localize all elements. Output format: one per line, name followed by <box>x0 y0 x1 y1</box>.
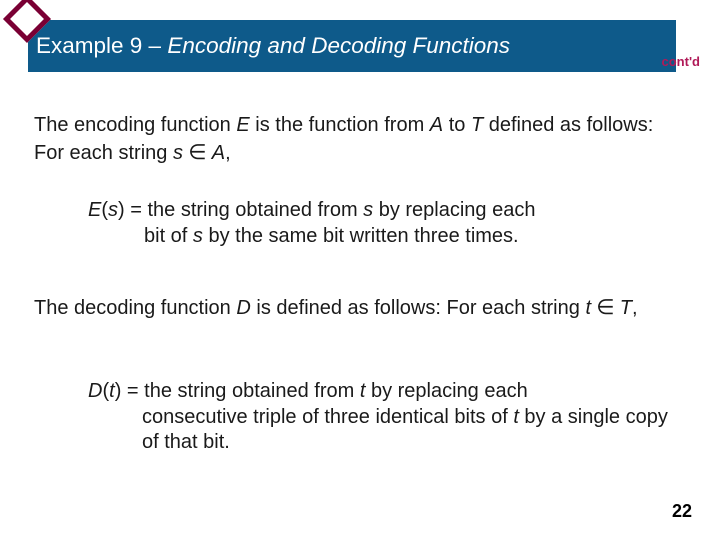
text: to <box>443 114 471 136</box>
title-main: Encoding and Decoding Functions <box>167 33 510 58</box>
text: is the function from <box>250 114 430 136</box>
title-bar: Example 9 – Encoding and Decoding Functi… <box>28 20 676 72</box>
text: , <box>632 297 638 319</box>
text: by replacing each <box>373 199 535 221</box>
var-E: E <box>236 114 249 136</box>
var-T: T <box>620 297 632 319</box>
var-A: A <box>212 142 225 164</box>
title-prefix: Example 9 – <box>36 33 167 58</box>
text: is defined as follows: For each string <box>251 297 586 319</box>
paragraph-decoding-intro: The decoding function D is defined as fo… <box>34 294 654 322</box>
text: The decoding function <box>34 297 236 319</box>
text: ) <box>118 199 125 221</box>
element-of-symbol: ∈ <box>183 140 212 164</box>
text: = the string obtained from <box>125 199 363 221</box>
text: ( <box>101 199 108 221</box>
text: by the same bit written three times. <box>203 225 519 247</box>
paragraph-encoding-def: E(s) = the string obtained from s by rep… <box>88 198 658 249</box>
var-A: A <box>430 114 443 136</box>
paragraph-encoding-intro: The encoding function E is the function … <box>34 113 654 166</box>
slide-title: Example 9 – Encoding and Decoding Functi… <box>36 33 510 59</box>
line: bit of s by the same bit written three t… <box>88 224 658 250</box>
var-s: s <box>173 142 183 164</box>
text: bit of <box>144 225 193 247</box>
text: The encoding function <box>34 114 236 136</box>
element-of-symbol: ∈ <box>591 295 620 319</box>
text: , <box>225 142 231 164</box>
line: consecutive triple of three identical bi… <box>88 405 668 456</box>
paragraph-decoding-def: D(t) = the string obtained from t by rep… <box>88 379 668 456</box>
page-number: 22 <box>672 501 692 522</box>
var-E: E <box>88 199 101 221</box>
text: by replacing each <box>365 380 527 402</box>
text: consecutive triple of three identical bi… <box>142 406 513 428</box>
var-D: D <box>236 297 250 319</box>
text: = the string obtained from <box>121 380 359 402</box>
var-s: s <box>193 225 203 247</box>
var-s: s <box>363 199 373 221</box>
var-s: s <box>108 199 118 221</box>
var-T: T <box>471 114 483 136</box>
continued-label: cont'd <box>662 54 700 69</box>
var-D: D <box>88 380 102 402</box>
